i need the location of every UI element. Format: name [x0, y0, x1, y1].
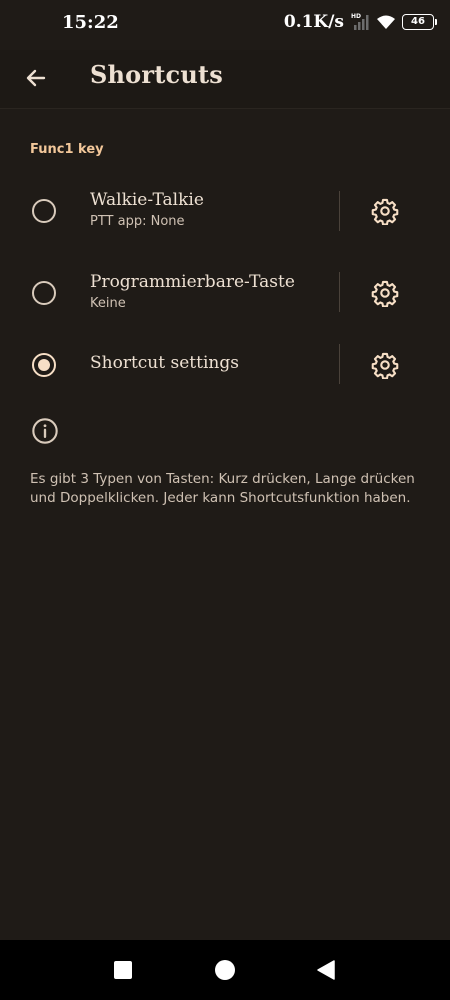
battery-level: 46: [411, 16, 425, 27]
back-icon: [317, 960, 335, 980]
back-button[interactable]: [18, 60, 54, 96]
option-subtitle: PTT app: None: [90, 214, 185, 229]
radio-button[interactable]: [32, 281, 56, 305]
radio-button[interactable]: [32, 199, 56, 223]
row-divider: [339, 191, 340, 231]
recents-icon: [114, 961, 132, 979]
gear-icon: [371, 198, 399, 225]
row-divider: [339, 344, 340, 384]
option-title: Walkie-Talkie: [90, 190, 204, 210]
option-title: Programmierbare-Taste: [90, 272, 295, 292]
section-header: Func1 key: [30, 142, 104, 157]
option-shortcut-settings[interactable]: Shortcut settings: [0, 334, 450, 396]
arrow-left-icon: [24, 66, 48, 90]
row-divider: [339, 272, 340, 312]
status-time: 15:22: [62, 12, 119, 33]
page-title: Shortcuts: [90, 60, 223, 89]
network-speed: 0.1K/s: [283, 12, 344, 32]
status-bar: 15:22 0.1K/s HD 46: [0, 0, 450, 50]
gear-icon: [371, 352, 399, 379]
shortcut-settings-button[interactable]: [366, 346, 404, 384]
recents-button[interactable]: [111, 958, 135, 982]
navigation-bar: [0, 940, 450, 1000]
walkie-talkie-settings-button[interactable]: [366, 192, 404, 230]
gear-icon: [371, 280, 399, 307]
home-button[interactable]: [213, 958, 237, 982]
status-icons: 0.1K/s HD 46: [283, 12, 437, 32]
option-subtitle: Keine: [90, 296, 126, 311]
home-icon: [215, 960, 235, 980]
nav-back-button[interactable]: [314, 958, 338, 982]
wifi-icon: [376, 14, 396, 30]
info-text: Es gibt 3 Typen von Tasten: Kurz drücken…: [30, 471, 415, 506]
signal-icon: HD: [350, 13, 370, 31]
battery-icon: 46: [402, 14, 437, 30]
programmable-key-settings-button[interactable]: [366, 274, 404, 312]
radio-button-selected[interactable]: [32, 353, 56, 377]
info-icon: [31, 417, 59, 445]
top-app-bar: Shortcuts: [0, 50, 450, 108]
option-title: Shortcut settings: [90, 353, 239, 373]
option-programmable-key[interactable]: Programmierbare-Taste Keine: [0, 262, 450, 324]
option-walkie-talkie[interactable]: Walkie-Talkie PTT app: None: [0, 180, 450, 242]
network-badge: HD: [351, 13, 361, 20]
app-bar-divider: [0, 108, 450, 109]
